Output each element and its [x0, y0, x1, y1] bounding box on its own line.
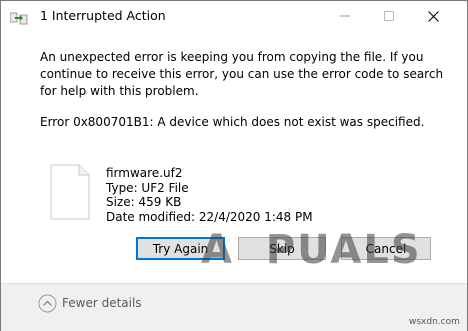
file-icon: [49, 164, 91, 220]
file-name: firmware.uf2: [106, 166, 183, 180]
maximize-button[interactable]: [367, 1, 411, 31]
error-description: An unexpected error is keeping you from …: [40, 50, 444, 98]
file-date-modified: Date modified: 22/4/2020 1:48 PM: [106, 209, 313, 224]
minimize-icon: [340, 15, 350, 17]
appuals-watermark-logo: A PUALS: [201, 227, 422, 273]
details-footer: Fewer details: [1, 283, 467, 331]
close-button[interactable]: [411, 1, 455, 31]
minimize-button[interactable]: [323, 1, 367, 31]
maximize-icon: [384, 11, 394, 21]
copy-error-dialog: 1 Interrupted Action An unexpected error…: [0, 0, 468, 331]
file-details: firmware.uf2 Type: UF2 File Size: 459 KB…: [106, 166, 313, 224]
site-watermark: wsxdn.com: [409, 317, 460, 327]
copy-action-icon: [9, 10, 28, 25]
error-code: Error 0x800701B1: A device which does no…: [40, 115, 425, 129]
chevron-up-icon[interactable]: [38, 294, 57, 313]
title-bar[interactable]: 1 Interrupted Action: [1, 1, 467, 31]
file-type: Type: UF2 File: [106, 180, 189, 195]
fewer-details-toggle[interactable]: Fewer details: [62, 296, 142, 310]
window-title: 1 Interrupted Action: [40, 8, 166, 23]
file-size: Size: 459 KB: [106, 195, 182, 209]
close-icon: [427, 10, 439, 22]
